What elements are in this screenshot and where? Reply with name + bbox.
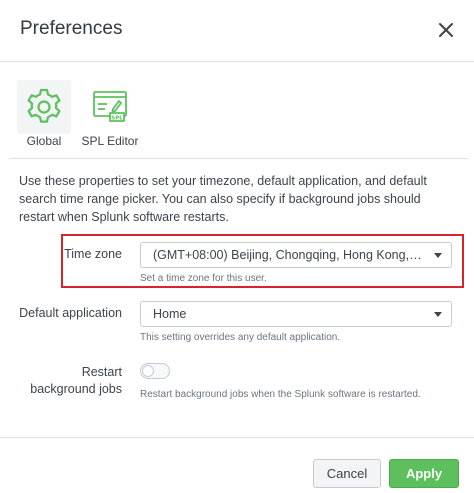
tab-spl-editor[interactable]: SPL SPL Editor bbox=[80, 78, 140, 152]
default-application-help: This setting overrides any default appli… bbox=[140, 332, 341, 343]
time-zone-label: Time zone bbox=[64, 247, 122, 261]
toggle-knob bbox=[142, 365, 154, 377]
restart-jobs-label-line1: Restart bbox=[81, 365, 122, 379]
restart-jobs-help: Restart background jobs when the Splunk … bbox=[140, 389, 421, 400]
tab-global[interactable]: Global bbox=[14, 78, 74, 152]
time-zone-help: Set a time zone for this user. bbox=[140, 273, 267, 284]
gear-icon bbox=[17, 80, 71, 134]
restart-jobs-label-line2: background jobs bbox=[30, 382, 122, 396]
cancel-button[interactable]: Cancel bbox=[313, 459, 381, 488]
restart-jobs-label: Restart background jobs bbox=[10, 364, 122, 398]
chevron-down-icon bbox=[434, 253, 442, 258]
svg-text:SPL: SPL bbox=[111, 116, 123, 122]
close-icon[interactable] bbox=[436, 20, 456, 40]
tab-spl-editor-label: SPL Editor bbox=[81, 134, 139, 148]
chevron-down-icon bbox=[434, 312, 442, 317]
tabs-divider bbox=[9, 158, 468, 159]
time-zone-select[interactable]: (GMT+08:00) Beijing, Chongqing, Hong Kon… bbox=[140, 242, 452, 268]
dialog-title: Preferences bbox=[20, 18, 123, 39]
default-application-value: Home bbox=[153, 307, 187, 321]
intro-text: Use these properties to set your timezon… bbox=[19, 174, 427, 224]
default-application-label: Default application bbox=[19, 306, 122, 320]
restart-jobs-toggle[interactable] bbox=[140, 363, 170, 379]
spl-editor-icon: SPL bbox=[83, 80, 137, 134]
default-application-select[interactable]: Home bbox=[140, 301, 452, 327]
dialog-header: Preferences bbox=[0, 0, 474, 62]
apply-button[interactable]: Apply bbox=[389, 459, 459, 488]
time-zone-value: (GMT+08:00) Beijing, Chongqing, Hong Kon… bbox=[153, 248, 423, 262]
